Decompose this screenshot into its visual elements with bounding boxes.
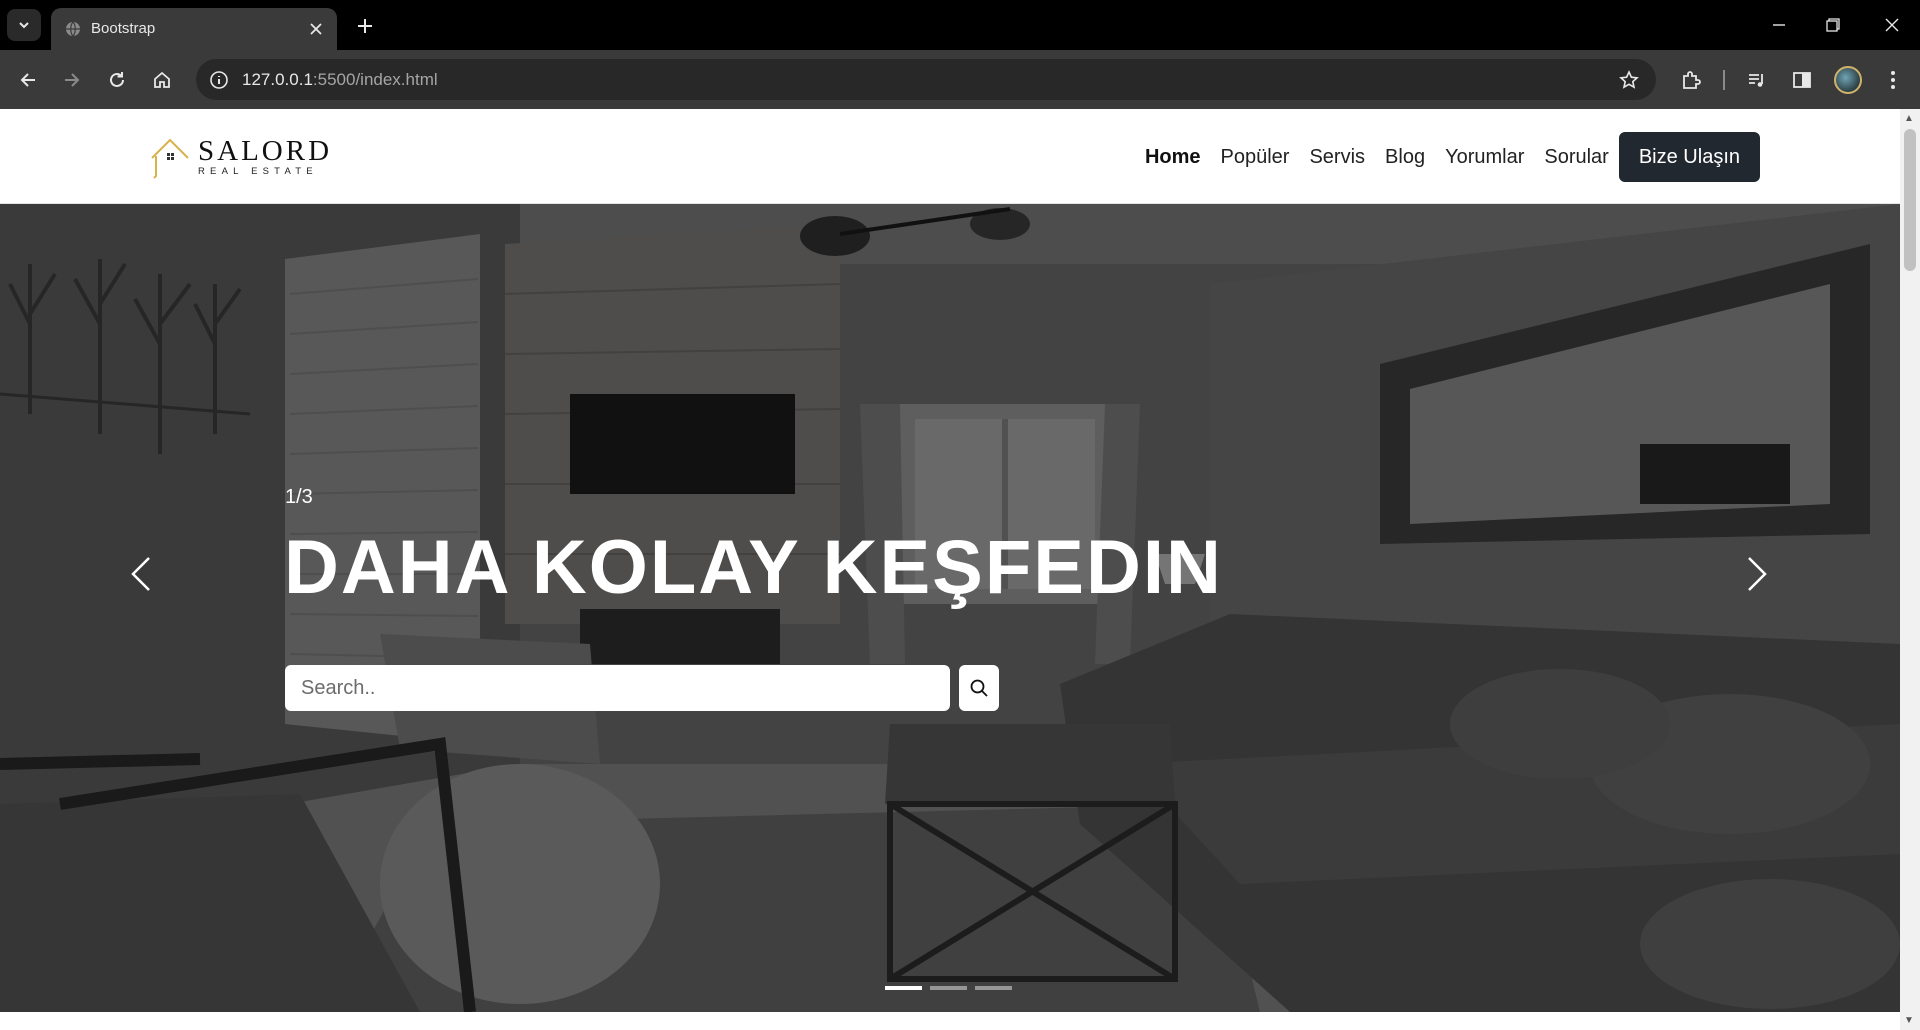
carousel-indicator-2[interactable] — [930, 986, 967, 990]
toolbar-divider — [1723, 70, 1725, 90]
carousel-indicators — [885, 986, 1020, 990]
nav-link-blog[interactable]: Blog — [1385, 146, 1425, 169]
slide-counter: 1/3 — [285, 486, 313, 508]
browser-tab[interactable]: Bootstrap — [51, 8, 337, 50]
home-icon — [154, 71, 170, 88]
reload-button[interactable] — [102, 65, 132, 95]
search-input[interactable] — [285, 665, 950, 711]
arrow-right-icon — [65, 73, 80, 87]
nav-link-yorumlar[interactable]: Yorumlar — [1445, 146, 1524, 169]
carousel-next-button[interactable] — [1732, 534, 1782, 614]
minimize-icon — [1773, 24, 1785, 26]
close-icon — [1885, 18, 1899, 32]
logo-subtitle: REAL ESTATE — [198, 166, 318, 178]
browser-menu-button[interactable] — [1878, 65, 1908, 95]
arrow-left-icon — [20, 73, 35, 87]
chevron-down-icon — [19, 22, 29, 29]
house-logo-icon — [151, 138, 189, 179]
chevron-left-icon — [131, 557, 150, 591]
site-logo[interactable]: SALORD REAL ESTATE — [148, 132, 332, 182]
page-viewport: SALORD REAL ESTATE Home Popüler Servis B… — [0, 109, 1920, 1030]
scrollbar-thumb[interactable] — [1904, 129, 1916, 271]
browser-toolbar: 127.0.0.1:5500/index.html — [0, 50, 1920, 109]
carousel-indicator-1[interactable] — [885, 986, 922, 990]
scroll-up-arrow-icon[interactable]: ▲ — [1904, 113, 1914, 124]
logo-name: SALORD — [198, 135, 333, 168]
scroll-down-arrow-icon[interactable]: ▼ — [1904, 1015, 1914, 1026]
close-tab-icon[interactable] — [305, 18, 327, 40]
tab-title: Bootstrap — [91, 20, 156, 37]
reload-icon — [110, 72, 124, 87]
back-button[interactable] — [13, 65, 43, 95]
media-queue-icon — [1749, 74, 1763, 87]
extensions-button[interactable] — [1676, 65, 1706, 95]
url-text: 127.0.0.1:5500/index.html — [242, 70, 438, 89]
bookmark-star-icon[interactable] — [1616, 67, 1642, 93]
minimize-button[interactable] — [1764, 11, 1794, 39]
chevron-right-icon — [1748, 557, 1767, 591]
media-control-button[interactable] — [1742, 65, 1772, 95]
tab-search-button[interactable] — [7, 9, 41, 41]
nav-link-home[interactable]: Home — [1145, 146, 1201, 169]
side-panel-button[interactable] — [1787, 65, 1817, 95]
site-navbar: SALORD REAL ESTATE Home Popüler Servis B… — [0, 109, 1900, 204]
nav-link-populer[interactable]: Popüler — [1221, 146, 1290, 169]
hero-carousel: 1/3 DAHA KOLAY KEŞFEDIN — [0, 204, 1900, 1012]
more-vertical-icon — [1891, 71, 1895, 89]
nav-link-sorular[interactable]: Sorular — [1544, 146, 1608, 169]
close-window-button[interactable] — [1877, 11, 1907, 39]
browser-tab-strip: Bootstrap — [0, 0, 1920, 50]
forward-button[interactable] — [57, 65, 87, 95]
search-button[interactable] — [959, 665, 999, 711]
site-info-icon[interactable] — [206, 67, 232, 93]
search-icon — [970, 679, 988, 697]
nav-link-servis[interactable]: Servis — [1309, 146, 1365, 169]
contact-button[interactable]: Bize Ulaşın — [1618, 132, 1760, 182]
hero-headline: DAHA KOLAY KEŞFEDIN — [284, 525, 1223, 610]
restore-button[interactable] — [1818, 11, 1848, 39]
globe-icon — [66, 21, 80, 37]
puzzle-icon — [1683, 71, 1701, 89]
profile-avatar[interactable] — [1834, 66, 1862, 94]
carousel-prev-button[interactable] — [116, 534, 166, 614]
home-button[interactable] — [147, 65, 177, 95]
address-bar[interactable]: 127.0.0.1:5500/index.html — [196, 59, 1656, 100]
new-tab-button[interactable] — [352, 13, 378, 39]
page-scrollbar[interactable]: ▲ ▼ — [1900, 109, 1920, 1030]
restore-icon — [1826, 18, 1840, 32]
side-panel-icon — [1793, 72, 1811, 88]
carousel-indicator-3[interactable] — [975, 986, 1012, 990]
main-menu: Home Popüler Servis Blog Yorumlar Sorula… — [1125, 132, 1760, 182]
plus-icon — [358, 19, 372, 33]
